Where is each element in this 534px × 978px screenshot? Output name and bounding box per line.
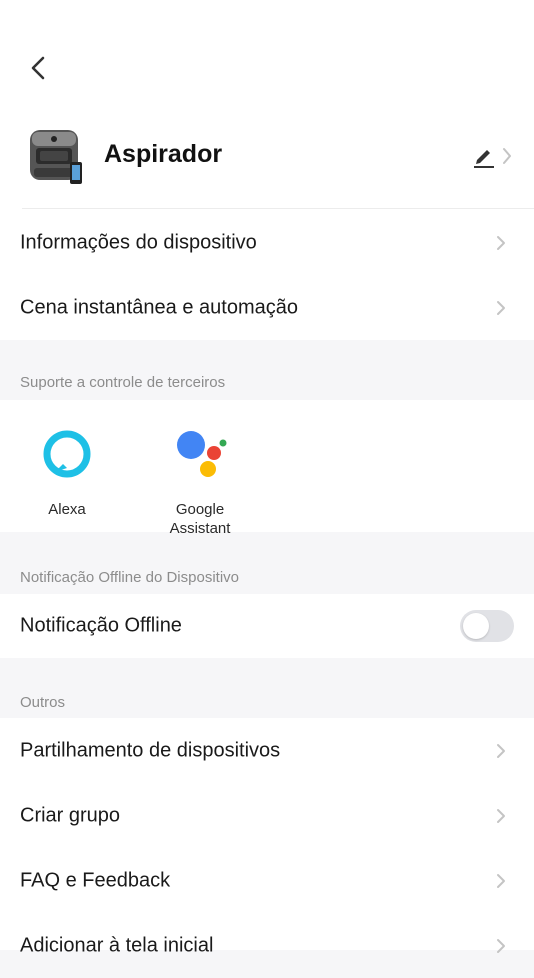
- device-sharing-row[interactable]: Partilhamento de dispositivos: [0, 718, 534, 783]
- toggle-knob: [463, 613, 489, 639]
- chevron-right-icon: [497, 235, 505, 250]
- others-section-title: Outros: [20, 694, 66, 711]
- google-assistant-label: Google Assistant: [169, 501, 231, 537]
- offline-notification-toggle[interactable]: [460, 610, 514, 642]
- create-group-row[interactable]: Criar grupo: [0, 783, 534, 848]
- alexa-icon: [43, 430, 91, 478]
- scene-automation-label: Cena instantânea e automação: [20, 296, 298, 318]
- third-party-card: Alexa Google Assistant: [0, 400, 534, 537]
- offline-card: Notificação Offline: [0, 594, 534, 658]
- offline-notification-label: Notificação Offline: [20, 614, 182, 637]
- back-button[interactable]: [24, 52, 56, 84]
- faq-feedback-row[interactable]: FAQ e Feedback: [0, 848, 534, 913]
- add-home-screen-row[interactable]: Adicionar à tela inicial: [0, 913, 534, 978]
- add-home-screen-label: Adicionar à tela inicial: [20, 934, 214, 956]
- third-party-section-title: Suporte a controle de terceiros: [20, 374, 226, 391]
- create-group-label: Criar grupo: [20, 804, 121, 826]
- alexa-label: Alexa: [48, 501, 86, 518]
- google-assistant-icon: [177, 431, 227, 477]
- google-assistant-item[interactable]: Google Assistant: [145, 428, 255, 538]
- device-info-row[interactable]: Informações do dispositivo: [0, 210, 534, 275]
- robot-vacuum-image: [28, 126, 84, 186]
- pencil-icon: [474, 150, 494, 168]
- offline-notification-row: Notificação Offline: [0, 594, 534, 658]
- top-bar: Aspirador: [0, 0, 534, 210]
- chevron-right-icon: [497, 743, 505, 758]
- device-name: Aspirador: [104, 140, 223, 168]
- chevron-right-icon: [497, 808, 505, 823]
- divider: [22, 208, 534, 209]
- chevron-right-icon: [497, 938, 505, 953]
- faq-feedback-label: FAQ e Feedback: [20, 869, 171, 891]
- chevron-right-icon: [497, 300, 505, 315]
- offline-section-title: Notificação Offline do Dispositivo: [20, 569, 239, 586]
- alexa-item[interactable]: Alexa: [12, 428, 122, 519]
- device-sharing-label: Partilhamento de dispositivos: [20, 739, 281, 761]
- device-header[interactable]: Aspirador: [0, 122, 534, 192]
- edit-name-button[interactable]: [470, 142, 518, 170]
- device-settings-card: Informações do dispositivo Cena instantâ…: [0, 210, 534, 340]
- scene-automation-row[interactable]: Cena instantânea e automação: [0, 275, 534, 340]
- device-info-label: Informações do dispositivo: [20, 231, 257, 253]
- chevron-right-icon: [503, 148, 511, 164]
- back-arrow-icon: [31, 56, 45, 80]
- others-card: Partilhamento de dispositivos Criar grup…: [0, 718, 534, 956]
- chevron-right-icon: [497, 873, 505, 888]
